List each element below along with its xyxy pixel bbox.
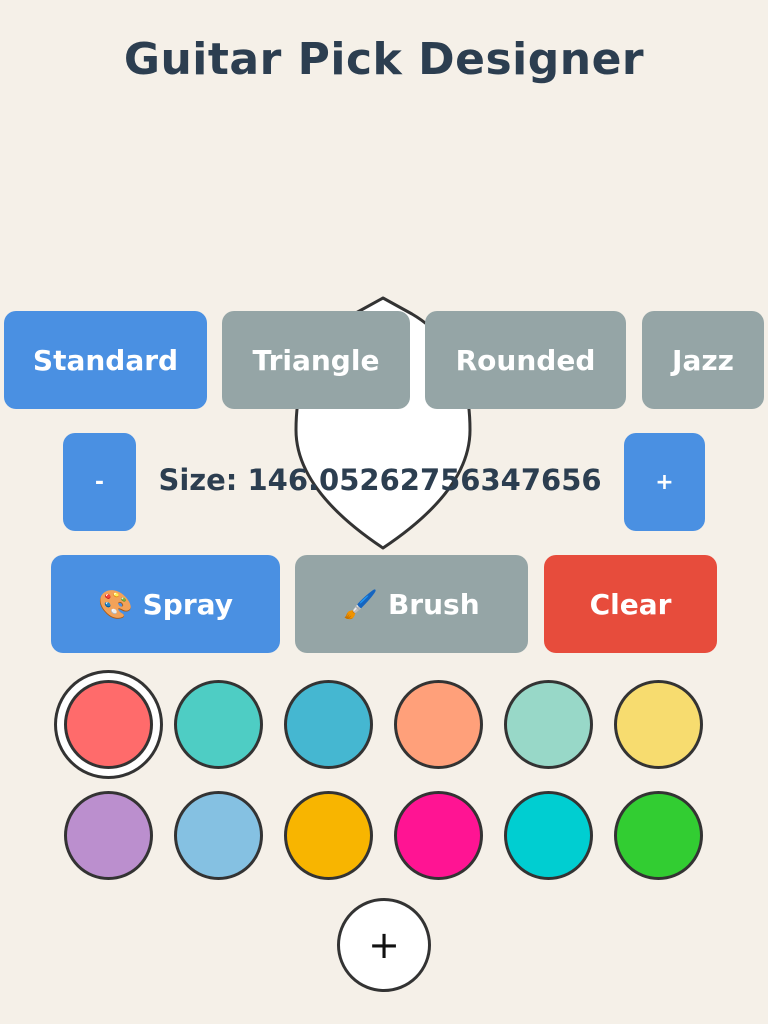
size-increase-button[interactable]: + xyxy=(624,433,705,531)
shape-jazz-button[interactable]: Jazz xyxy=(642,311,764,409)
color-swatch[interactable] xyxy=(64,791,153,880)
color-swatch[interactable] xyxy=(614,680,703,769)
color-swatch[interactable] xyxy=(504,791,593,880)
color-swatch[interactable] xyxy=(504,680,593,769)
color-swatch[interactable] xyxy=(394,680,483,769)
size-decrease-button[interactable]: - xyxy=(63,433,136,531)
color-swatch[interactable] xyxy=(64,680,153,769)
shape-standard-button[interactable]: Standard xyxy=(4,311,207,409)
color-swatch[interactable] xyxy=(174,680,263,769)
spray-tool-button[interactable]: 🎨 Spray xyxy=(51,555,280,653)
page-title: Guitar Pick Designer xyxy=(123,34,645,85)
add-color-button[interactable]: + xyxy=(337,898,431,992)
shape-triangle-button[interactable]: Triangle xyxy=(222,311,410,409)
brush-tool-button[interactable]: 🖌️ Brush xyxy=(295,555,528,653)
color-swatch[interactable] xyxy=(394,791,483,880)
color-swatch[interactable] xyxy=(174,791,263,880)
color-swatch[interactable] xyxy=(284,791,373,880)
clear-button[interactable]: Clear xyxy=(544,555,717,653)
color-swatch[interactable] xyxy=(614,791,703,880)
size-readout: Size: 146.05262756347656 xyxy=(158,463,602,497)
color-swatch[interactable] xyxy=(284,680,373,769)
shape-rounded-button[interactable]: Rounded xyxy=(425,311,626,409)
